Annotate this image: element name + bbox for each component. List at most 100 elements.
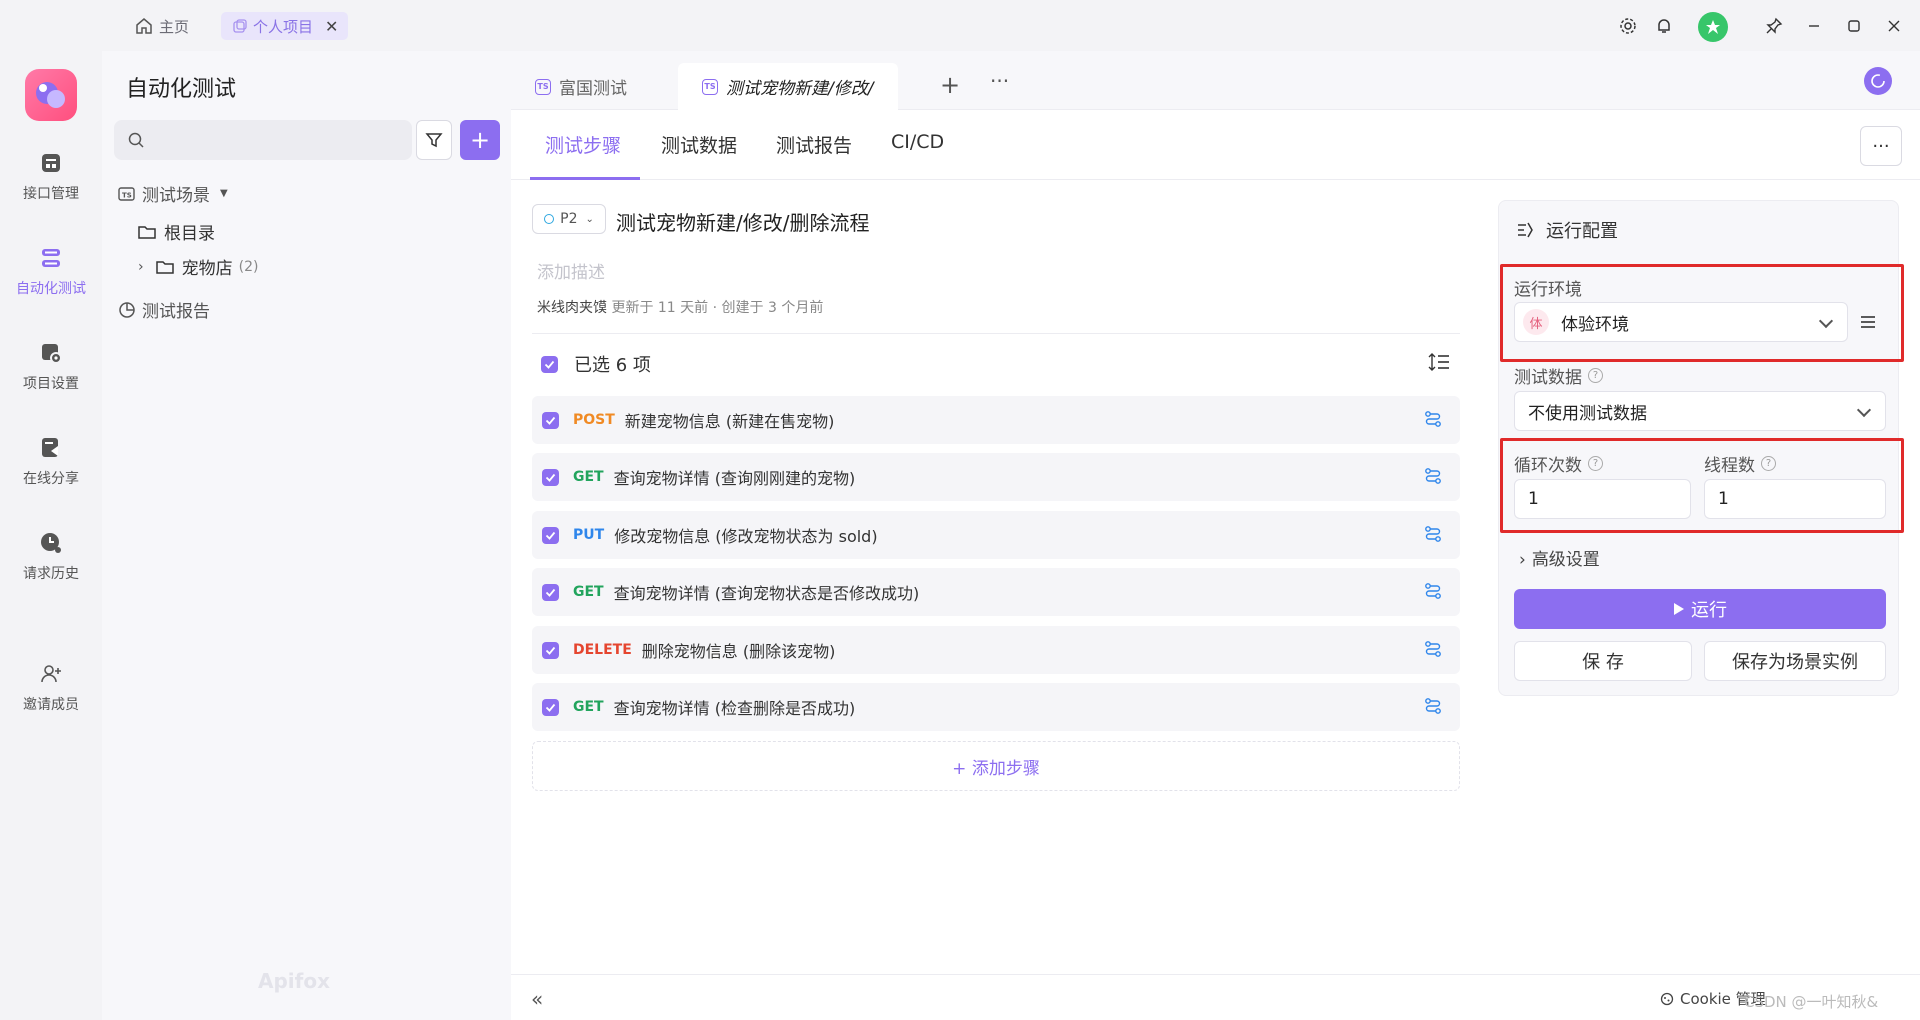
case-title[interactable]: 测试宠物新建/修改/删除流程 (616, 207, 869, 236)
sync-icon[interactable] (1864, 67, 1892, 95)
maximize-icon[interactable] (1842, 14, 1866, 38)
settings-gear-icon[interactable] (1616, 14, 1640, 38)
step-link-icon[interactable] (1424, 525, 1442, 543)
checkbox-checked-icon[interactable] (542, 698, 559, 716)
collapse-sidebar-icon[interactable]: « (531, 987, 543, 1011)
test-data-select[interactable]: 不使用测试数据 (1514, 391, 1886, 431)
checkbox-checked-icon[interactable] (542, 641, 559, 659)
step-link-icon[interactable] (1424, 410, 1442, 428)
tree-pet-store-folder[interactable]: › 宠物店 (2) (138, 254, 259, 280)
home-tab-label: 主页 (159, 17, 190, 36)
tab-ci-cd[interactable]: CI/CD (891, 131, 944, 153)
priority-dot-icon (544, 214, 555, 224)
svg-text:TS: TS (122, 191, 132, 199)
user-avatar[interactable] (1698, 12, 1728, 42)
more-options-button[interactable]: ··· (1860, 126, 1902, 166)
pin-icon[interactable] (1762, 14, 1786, 38)
http-method-badge: DELETE (573, 642, 632, 658)
apifox-logo (25, 69, 77, 121)
add-button[interactable]: + (460, 120, 500, 160)
save-as-scene-instance-button[interactable]: 保存为场景实例 (1704, 641, 1886, 681)
step-name: 新建宠物信息 (新建在售宠物) (624, 412, 835, 431)
selected-count: 已选 6 项 (574, 355, 651, 376)
checkbox-checked-icon[interactable] (541, 355, 558, 373)
online-share-icon (39, 436, 63, 460)
nav-request-history[interactable]: 请求历史 (0, 531, 102, 583)
test-data-label: 测试数据 ? (1514, 363, 1603, 388)
checkbox-checked-icon[interactable] (542, 411, 559, 429)
tab-test-steps[interactable]: 测试步骤 (545, 131, 621, 158)
step-link-icon[interactable] (1424, 467, 1442, 485)
csdn-watermark: CSDN @一叶知秋& (1744, 993, 1879, 1011)
doc-tab-label: 富国测试 (559, 79, 627, 99)
advanced-settings-label: 高级设置 (1531, 550, 1600, 570)
checkbox-checked-icon[interactable] (542, 526, 559, 544)
notification-bell-icon[interactable] (1652, 14, 1676, 38)
checkbox-checked-icon[interactable] (542, 468, 559, 486)
http-method-badge: GET (573, 469, 604, 485)
step-row[interactable]: DELETE 删除宠物信息 (删除该宠物) (532, 626, 1460, 674)
active-tab-indicator (530, 177, 640, 180)
close-tab-icon[interactable]: ✕ (325, 17, 338, 36)
left-navigation: 接口管理 自动化测试 项目设置 在线分享 请求历史 邀请成员 (0, 51, 102, 1020)
project-settings-icon (39, 341, 63, 365)
personal-project-tab[interactable]: 个人项目 ✕ (221, 12, 349, 40)
nav-automation-test[interactable]: 自动化测试 (0, 246, 102, 298)
step-link-icon[interactable] (1424, 582, 1442, 600)
doc-tab-fuguo-test[interactable]: TS 富国测试 (511, 63, 671, 110)
close-window-icon[interactable] (1882, 14, 1906, 38)
tab-test-reports[interactable]: 测试报告 (776, 131, 852, 158)
highlight-box-environment (1500, 264, 1904, 362)
author-name: 米线肉夹馍 (537, 300, 607, 316)
nav-invite-member[interactable]: 邀请成员 (0, 662, 102, 714)
tree-test-reports[interactable]: 测试报告 (118, 297, 210, 322)
tab-more-icon[interactable]: ··· (990, 69, 1009, 93)
home-tab[interactable]: 主页 (135, 12, 189, 40)
doc-tab-pet-flow[interactable]: TS 测试宠物新建/修改/ (678, 63, 898, 110)
nav-api-management[interactable]: 接口管理 (0, 151, 102, 203)
nav-automation-test-label: 自动化测试 (16, 281, 86, 297)
advanced-settings-toggle[interactable]: › 高级设置 (1519, 545, 1600, 570)
filter-icon (425, 131, 443, 149)
tree-pet-store-count: (2) (238, 258, 259, 275)
step-row[interactable]: POST 新建宠物信息 (新建在售宠物) (532, 396, 1460, 444)
step-row[interactable]: GET 查询宠物详情 (检查删除是否成功) (532, 683, 1460, 731)
tree-root-folder[interactable]: 根目录 (138, 219, 215, 244)
created-time: · 创建于 3 个月前 (712, 300, 824, 316)
run-button-label: 运行 (1691, 600, 1727, 621)
step-link-icon[interactable] (1424, 640, 1442, 658)
tree-test-scenes-label: 测试场景 (142, 186, 210, 206)
main-area: TS 富国测试 TS 测试宠物新建/修改/ + ··· 测试步骤 测试数据 测试… (511, 51, 1920, 1020)
apifox-watermark: Apifox (258, 969, 330, 993)
step-row[interactable]: GET 查询宠物详情 (查询刚刚建的宠物) (532, 453, 1460, 501)
tree-test-scenes[interactable]: TS 测试场景 ▼ (118, 181, 228, 206)
run-button[interactable]: 运行 (1514, 589, 1886, 629)
ts-icon: TS (535, 78, 551, 95)
tab-test-data[interactable]: 测试数据 (661, 131, 737, 158)
step-row[interactable]: PUT 修改宠物信息 (修改宠物状态为 sold) (532, 511, 1460, 559)
tab-divider (511, 179, 1920, 180)
description-input[interactable]: 添加描述 (537, 258, 605, 283)
checkbox-checked-icon[interactable] (542, 583, 559, 601)
folder-icon (155, 259, 174, 275)
step-row[interactable]: GET 查询宠物详情 (查询宠物状态是否修改成功) (532, 568, 1460, 616)
panel-title: 自动化测试 (126, 77, 237, 102)
sort-list-icon[interactable] (1428, 352, 1450, 372)
status-bar: « Cookie 管理 CSDN @一叶知秋& (511, 974, 1920, 1020)
doc-tab-label: 测试宠物新建/修改/ (726, 79, 874, 99)
home-icon (135, 17, 153, 35)
tree-root-label: 根目录 (164, 224, 215, 244)
nav-project-settings[interactable]: 项目设置 (0, 341, 102, 393)
priority-select[interactable]: P2 ⌄ (532, 204, 606, 234)
caret-down-icon: ▼ (220, 188, 228, 199)
new-tab-plus-icon[interactable]: + (940, 71, 960, 99)
help-icon[interactable]: ? (1588, 368, 1603, 383)
minimize-icon[interactable] (1802, 14, 1826, 38)
step-link-icon[interactable] (1424, 697, 1442, 715)
add-step-button[interactable]: + 添加步骤 (532, 741, 1460, 791)
filter-button[interactable] (416, 120, 452, 160)
save-button[interactable]: 保 存 (1514, 641, 1692, 681)
select-all-row[interactable]: 已选 6 项 (541, 351, 651, 377)
search-input[interactable] (114, 120, 412, 160)
nav-online-share[interactable]: 在线分享 (0, 436, 102, 488)
